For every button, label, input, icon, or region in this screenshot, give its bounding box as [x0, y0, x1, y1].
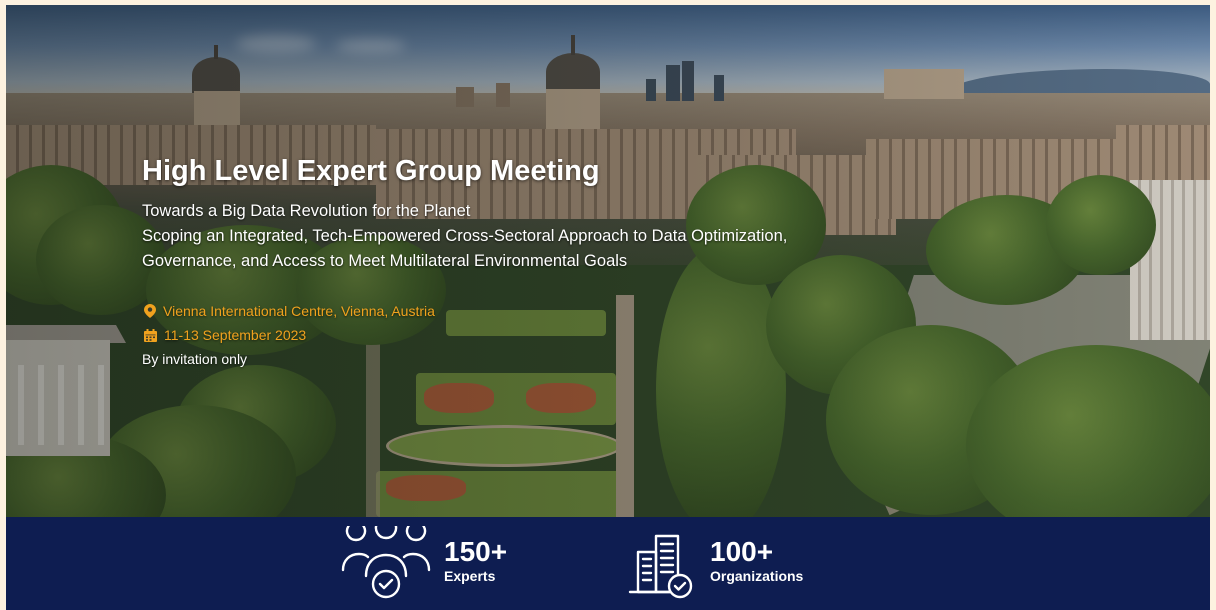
event-dates-text: 11-13 September 2023 [164, 327, 307, 343]
invitation-note-text: By invitation only [142, 351, 248, 367]
organizations-count: 100+ [710, 535, 774, 567]
hero-image-vienna: High Level Expert Group Meeting Towards … [6, 5, 1210, 517]
stat-experts: 150+ Experts [340, 517, 507, 610]
stat-organizations: 100+ Organizations [626, 517, 803, 610]
organizations-label: Organizations [710, 567, 804, 584]
event-title: High Level Expert Group Meeting [142, 155, 600, 187]
buildings-check-icon [628, 534, 693, 598]
stats-band: 150+ Experts 100+ Organizations [6, 517, 1210, 610]
event-subtitle-line-1: Towards a Big Data Revolution for the Pl… [142, 202, 471, 220]
experts-label: Experts [444, 567, 496, 584]
event-banner: High Level Expert Group Meeting Towards … [6, 5, 1210, 610]
location-pin-icon [144, 304, 156, 318]
people-check-icon [341, 525, 431, 598]
event-subtitle-line-2: Scoping an Integrated, Tech-Empowered Cr… [142, 227, 788, 245]
event-location-text: Vienna International Centre, Vienna, Aus… [163, 303, 435, 319]
event-subtitle-line-3: Governance, and Access to Meet Multilate… [142, 252, 628, 270]
experts-count: 150+ [444, 535, 508, 567]
event-invitation-note: By invitation only [142, 351, 247, 367]
event-dates: 11-13 September 2023 [144, 327, 306, 343]
calendar-icon [144, 328, 157, 342]
event-location: Vienna International Centre, Vienna, Aus… [144, 303, 435, 319]
